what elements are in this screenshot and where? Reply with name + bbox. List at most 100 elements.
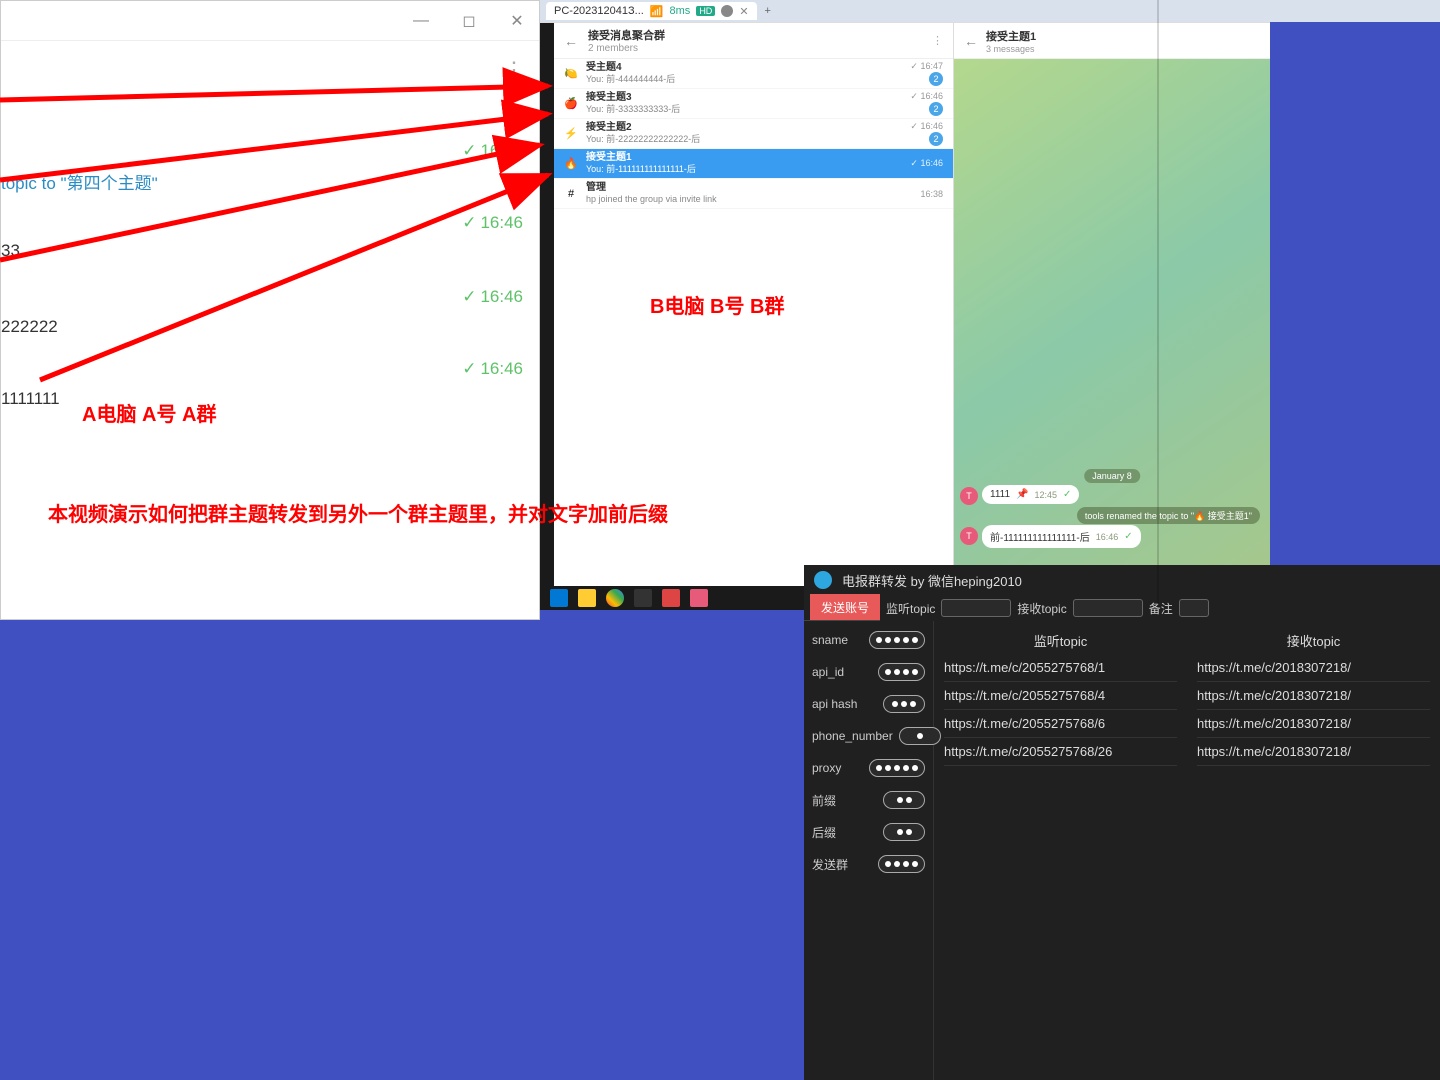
filter-label: 接收topic: [1017, 600, 1066, 617]
field-label: proxy: [812, 761, 841, 775]
taskbar: [540, 586, 804, 610]
topic-last-msg: You: 前-444444444-后: [586, 74, 902, 85]
chrome-icon[interactable]: [606, 589, 624, 607]
msg-text: 前-111111111111111-后: [990, 529, 1090, 544]
field-label: api hash: [812, 697, 857, 711]
message-bubble: 前-111111111111111-后 16:46 ✓: [982, 525, 1141, 548]
topic-time: ✓ 16:46: [910, 121, 943, 132]
new-tab-button[interactable]: +: [765, 5, 771, 17]
explorer-icon[interactable]: [578, 589, 596, 607]
close-button[interactable]: ✕: [503, 7, 531, 35]
app-icon[interactable]: [662, 589, 680, 607]
annotation-caption: 本视频演示如何把群主题转发到另外一个群主题里，并对文字加前后缀: [48, 498, 668, 527]
topic-item[interactable]: ⚡ 接受主题2 You: 前-22222222222222-后 ✓ 16:46 …: [554, 119, 953, 149]
msg-text: 1111: [990, 489, 1010, 500]
url-cell[interactable]: https://t.me/c/2018307218/: [1197, 738, 1430, 766]
topic-name: 接受主题3: [586, 92, 902, 104]
check-icon: ✓: [1124, 531, 1132, 542]
tool-tabs: 发送账号: [804, 595, 880, 621]
topic-icon: #: [564, 187, 578, 201]
url-cell[interactable]: https://t.me/c/2055275768/26: [944, 738, 1177, 766]
system-message: tools renamed the topic to "🔥 接受主题1": [1077, 507, 1260, 524]
form-row: sname: [812, 631, 925, 649]
app-icon[interactable]: [690, 589, 708, 607]
chat-title: 接受主题1: [986, 28, 1036, 44]
url-cell[interactable]: https://t.me/c/2055275768/6: [944, 710, 1177, 738]
field-input[interactable]: [878, 855, 925, 873]
menu-icon[interactable]: ⋮: [932, 34, 943, 47]
forward-tool-window: 电报群转发 by 微信heping2010 发送账号 监听topic 接收top…: [804, 565, 1440, 1080]
maximize-button[interactable]: ◻: [455, 7, 483, 35]
recv-topic-input[interactable]: [1073, 599, 1143, 617]
field-input[interactable]: [883, 695, 925, 713]
tab-latency: 8ms: [670, 5, 691, 17]
url-cell[interactable]: https://t.me/c/2018307218/: [1197, 654, 1430, 682]
edge-icon[interactable]: [550, 589, 568, 607]
url-cell[interactable]: https://t.me/c/2055275768/4: [944, 682, 1177, 710]
url-cell[interactable]: https://t.me/c/2055275768/1: [944, 654, 1177, 682]
field-input[interactable]: [883, 823, 925, 841]
tab-title: PC-202312041З...: [554, 5, 644, 17]
topic-item[interactable]: 🍋 受主题4 You: 前-444444444-后 ✓ 16:47 2: [554, 59, 953, 89]
topic-item[interactable]: 🍎 接受主题3 You: 前-3333333333-后 ✓ 16:46 2: [554, 89, 953, 119]
topic-name: 受主题4: [586, 62, 902, 74]
topic-name: 接受主题2: [586, 122, 902, 134]
back-icon[interactable]: ←: [964, 33, 978, 49]
topic-item[interactable]: 🔥 接受主题1 You: 前-111111111111111-后 ✓ 16:46: [554, 149, 953, 179]
topic-icon: ⚡: [564, 127, 578, 141]
tab-signal-icon: 📶: [650, 5, 664, 18]
topic-last-msg: You: 前-111111111111111-后: [586, 164, 902, 175]
tool-body: sname api_id api hash phone_number proxy…: [804, 621, 1440, 1080]
group-title: 接受消息聚合群: [588, 27, 665, 43]
group-subtitle: 2 members: [588, 43, 665, 54]
topic-link[interactable]: topic to "第四个主题": [1, 169, 158, 194]
topic-last-msg: You: 前-22222222222222-后: [586, 134, 902, 145]
avatar: T: [960, 527, 978, 545]
tab-send-account[interactable]: 发送账号: [810, 594, 880, 620]
field-label: 后缀: [812, 824, 836, 841]
window-a-titlebar: — ◻ ✕: [1, 1, 539, 41]
msg-text: 1111111: [1, 389, 60, 409]
note-input[interactable]: [1179, 599, 1209, 617]
chat-subtitle: 3 messages: [986, 44, 1036, 54]
field-input[interactable]: [883, 791, 925, 809]
form-row: proxy: [812, 759, 925, 777]
topic-time: ✓ 16:46: [910, 91, 943, 102]
chat-panel: ← 接受主题1 3 messages January 8 T 1111 📌 12…: [954, 23, 1270, 608]
topic-item[interactable]: # 管理 hp joined the group via invite link…: [554, 179, 953, 209]
msg-text: 222222: [1, 317, 58, 337]
avatar: T: [960, 487, 978, 505]
listen-column: 监听topic https://t.me/c/2055275768/1https…: [944, 627, 1177, 1074]
msg-time: 16:46: [462, 287, 523, 307]
pin-icon: 📌: [1016, 489, 1028, 500]
telegram-window-a: — ◻ ✕ ⋮ 16:47 topic to "第四个主题" 16:46 33 …: [0, 0, 540, 620]
minimize-button[interactable]: —: [407, 7, 435, 35]
tool-form: sname api_id api hash phone_number proxy…: [804, 621, 934, 1080]
topic-name: 接受主题1: [586, 152, 902, 164]
back-icon[interactable]: ←: [564, 33, 578, 49]
unread-badge: 2: [929, 132, 943, 146]
msg-time: 16:46: [462, 359, 523, 379]
url-cell[interactable]: https://t.me/c/2018307218/: [1197, 710, 1430, 738]
form-row: 发送群: [812, 855, 925, 873]
field-input[interactable]: [869, 759, 925, 777]
browser-tab[interactable]: PC-202312041З... 📶 8ms HD ✕: [546, 2, 757, 20]
field-label: 发送群: [812, 856, 848, 873]
tab-close-icon[interactable]: ✕: [739, 5, 748, 18]
app-icon[interactable]: [634, 589, 652, 607]
url-cell[interactable]: https://t.me/c/2018307218/: [1197, 682, 1430, 710]
msg-time: 16:47: [462, 141, 523, 161]
topic-icon: 🍋: [564, 67, 578, 81]
field-input[interactable]: [878, 663, 925, 681]
field-label: api_id: [812, 665, 844, 679]
col-header: 监听topic: [944, 627, 1177, 654]
unread-badge: 2: [929, 72, 943, 86]
form-row: api_id: [812, 663, 925, 681]
topic-time: 16:38: [920, 189, 943, 199]
chat-body[interactable]: January 8 T 1111 📌 12:45 ✓ tools renamed…: [954, 59, 1270, 608]
listen-topic-input[interactable]: [941, 599, 1011, 617]
telegram-icon: [814, 571, 832, 589]
form-row: api hash: [812, 695, 925, 713]
chat-header: ← 接受主题1 3 messages: [954, 23, 1270, 59]
field-input[interactable]: [869, 631, 925, 649]
